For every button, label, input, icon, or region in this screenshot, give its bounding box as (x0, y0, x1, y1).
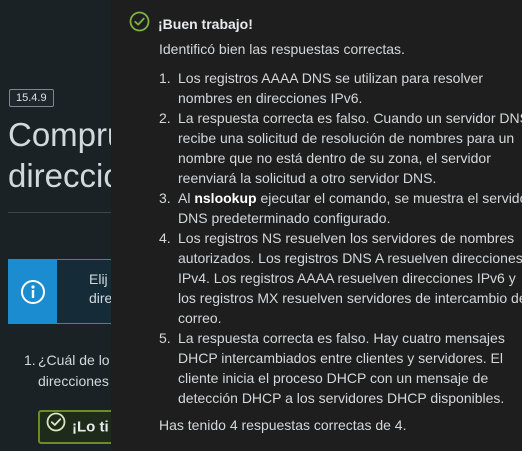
info-circle-icon (9, 260, 57, 323)
version-badge: 15.4.9 (9, 89, 54, 107)
question-text: ¿Cuál de lo (38, 352, 110, 368)
page-title: Compru direccio (8, 114, 118, 196)
info-callout-text: Elij dire (89, 271, 113, 306)
answer-item: Los registros NS resuelven los servidore… (159, 228, 522, 326)
question-item: 1. ¿Cuál de lo direcciones (24, 350, 110, 392)
popover-title: ¡Buen trabajo! (158, 16, 253, 32)
page-title-line2: direccio (8, 157, 118, 194)
answer-item: La respuesta correcta es falso. Hay cuat… (159, 328, 505, 406)
question-number: 1. (24, 352, 36, 368)
check-circle-icon (46, 412, 66, 442)
answer-item: Al nslookup ejecutar el comando, se mues… (159, 188, 522, 226)
popover-header: ¡Buen trabajo! (129, 11, 253, 37)
score-summary: Has tenido 4 respuestas correctas de 4. (159, 417, 407, 433)
page-title-line1: Compru (8, 116, 118, 153)
question-text-line2: direcciones (38, 373, 109, 389)
answer-item: La respuesta correcta es falso. Cuando u… (159, 108, 522, 186)
feedback-popover: ¡Buen trabajo! Identificó bien las respu… (111, 0, 522, 451)
command-name: nslookup (194, 190, 257, 206)
check-circle-icon (129, 11, 150, 37)
answer-item: Los registros AAAA DNS se utilizan para … (159, 68, 484, 106)
info-callout: Elij dire (8, 259, 120, 324)
feedback-label: ¡Lo ti (72, 418, 109, 436)
popover-intro: Identificó bien las respuestas correctas… (159, 41, 405, 57)
divider (8, 212, 112, 213)
answer-list: Los registros AAAA DNS se utilizan para … (159, 68, 522, 408)
